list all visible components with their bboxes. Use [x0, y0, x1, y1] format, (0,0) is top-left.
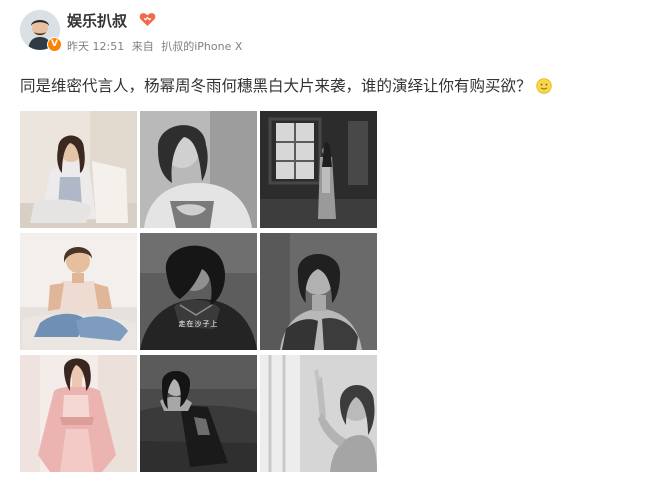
post-source[interactable]: 扒叔的iPhone X	[161, 40, 242, 53]
photo-grid: 走在沙子上	[20, 111, 377, 472]
smile-emoji-icon	[536, 78, 553, 94]
photo-thumbnail[interactable]	[260, 355, 377, 472]
photo-thumbnail[interactable]	[140, 355, 257, 472]
post-meta: 昨天 12:51 来自 扒叔的iPhone X	[67, 38, 246, 54]
photo-thumbnail[interactable]	[20, 355, 137, 472]
member-heart-icon[interactable]	[139, 12, 156, 27]
photo-caption: 走在沙子上	[178, 320, 219, 328]
username[interactable]: 娱乐扒叔	[67, 10, 127, 31]
photo-thumbnail[interactable]	[20, 233, 137, 350]
post-text-content: 同是维密代言人，杨幂周冬雨何穗黑白大片来袭，谁的演绎让你有购买欲？	[20, 77, 532, 95]
photo-thumbnail[interactable]	[140, 111, 257, 228]
verified-v-badge-icon: V	[47, 37, 62, 52]
photo-thumbnail[interactable]	[20, 111, 137, 228]
photo-thumbnail[interactable]	[260, 111, 377, 228]
source-prefix: 来自	[131, 40, 154, 53]
photo-thumbnail[interactable]: 走在沙子上	[140, 233, 257, 350]
post-time[interactable]: 昨天 12:51	[67, 40, 124, 53]
photo-thumbnail[interactable]	[260, 233, 377, 350]
post-text: 同是维密代言人，杨幂周冬雨何穗黑白大片来袭，谁的演绎让你有购买欲？	[20, 74, 553, 96]
